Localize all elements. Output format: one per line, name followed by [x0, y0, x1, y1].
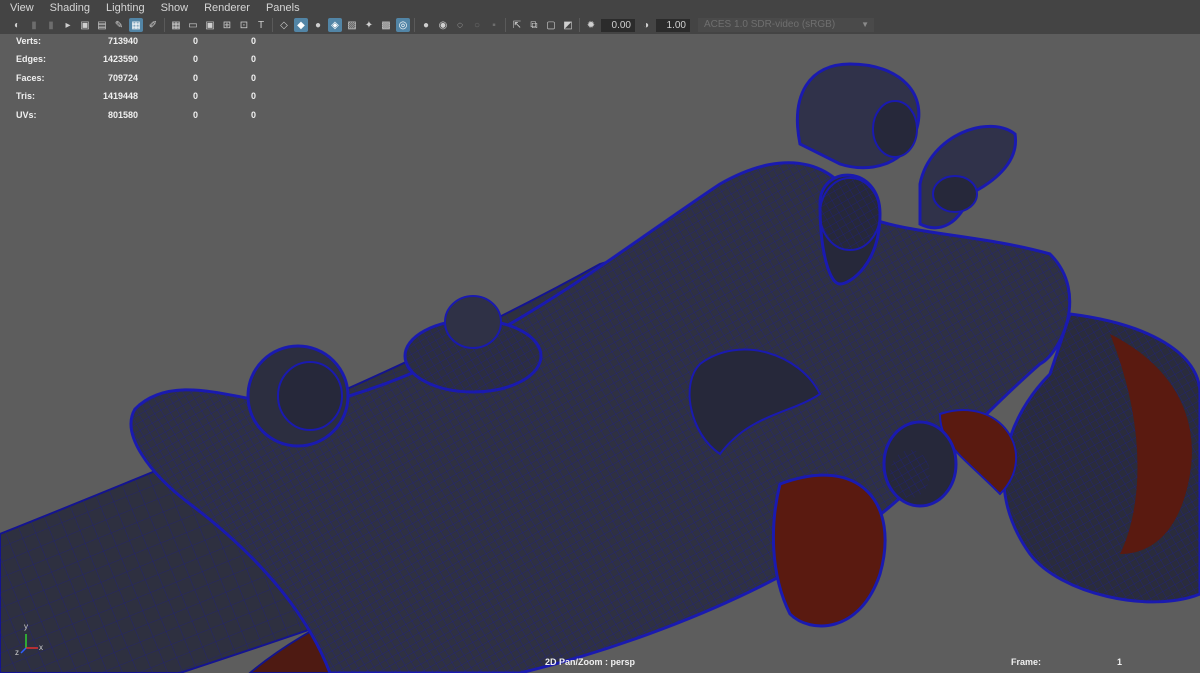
hud-value: 1419448 [102, 91, 138, 102]
toolbar-separator [579, 18, 580, 32]
resolution-gate-icon[interactable]: ▭ [186, 18, 200, 32]
isolate-select-icon[interactable]: ⧉ [527, 18, 541, 32]
menu-show[interactable]: Show [151, 0, 195, 16]
exposure-icon[interactable]: ✹ [584, 18, 598, 32]
hud-label: Edges: [16, 54, 47, 65]
isolate-icon[interactable]: ◎ [396, 18, 410, 32]
use-lights-icon[interactable]: ✦ [362, 18, 376, 32]
axis-label-z: z [15, 648, 19, 657]
safe-title-icon[interactable]: T [254, 18, 268, 32]
menu-renderer[interactable]: Renderer [194, 0, 256, 16]
grease-pencil-icon[interactable]: ✎ [112, 18, 126, 32]
hud-value: 0 [192, 54, 198, 65]
safe-action-icon[interactable]: ⊡ [237, 18, 251, 32]
antialias-icon[interactable]: ○ [470, 18, 484, 32]
chevron-down-icon: ▼ [861, 20, 869, 29]
hud-value: 1423590 [102, 54, 138, 65]
backface-culling-icon[interactable]: ◩ [561, 18, 575, 32]
hud-label: UVs: [16, 109, 37, 120]
hud-value: 0 [192, 36, 198, 46]
wireframe-on-shaded-icon[interactable]: ◈ [328, 18, 342, 32]
xray-icon[interactable]: ▨ [345, 18, 359, 32]
field-chart-icon[interactable]: ⊞ [220, 18, 234, 32]
viewport-toolbar: ◐ ▮ ▮ ▸ ▣ ▤ ✎ ▦ ✐ ▦ ▭ ▣ ⊞ ⊡ T ◇ ◆ ● ◈ ▨ ✦ ▩ ◎ ● ◉ ◌ ○ ▪ ⇱ ⧉ ▢ ◩ ✹ 0.00 ◑ 1.… [0, 16, 1200, 34]
shadows-icon[interactable]: ● [419, 18, 433, 32]
camera-select-icon[interactable]: ◐ [10, 18, 24, 32]
toolbar-separator [414, 18, 415, 32]
motion-blur-icon[interactable]: ◌ [453, 18, 467, 32]
toolbar-separator [164, 18, 165, 32]
wireframe-icon[interactable]: ◇ [277, 18, 291, 32]
hud-value: 713940 [107, 36, 138, 46]
exposure-field[interactable]: 0.00 [601, 18, 635, 32]
2d-pan-zoom-icon[interactable]: ▤ [95, 18, 109, 32]
hud-value: 0 [250, 54, 256, 65]
frame-label: Frame: [1011, 657, 1042, 667]
axis-label-x: x [39, 643, 43, 652]
view-transform-value: ACES 1.0 SDR-video (sRGB) [704, 19, 836, 30]
hud-value: 0 [250, 72, 256, 83]
hud-label: Faces: [16, 72, 45, 83]
menu-view[interactable]: View [0, 0, 40, 16]
gate-mask-icon[interactable]: ▣ [203, 18, 217, 32]
default-material-icon[interactable]: ● [311, 18, 325, 32]
smooth-shade-icon[interactable]: ◆ [294, 18, 308, 32]
film-gate-icon[interactable]: ✐ [146, 18, 160, 32]
hud-value: 0 [250, 91, 256, 102]
hud-value: 0 [192, 109, 198, 120]
hud-label: Verts: [16, 36, 42, 46]
axis-label-y: y [24, 622, 28, 631]
frame-value: 1 [1116, 657, 1122, 667]
image-plane-icon[interactable]: ▣ [78, 18, 92, 32]
hud-value: 709724 [107, 72, 138, 83]
depth-of-field-icon[interactable]: ▪ [487, 18, 501, 32]
view-transform-dropdown[interactable]: ACES 1.0 SDR-video (sRGB) ▼ [698, 18, 874, 32]
hud-value: 801580 [107, 109, 138, 120]
hud-label: Tris: [16, 91, 36, 102]
grid-toggle-icon[interactable]: ▦ [169, 18, 183, 32]
hud-value: 0 [192, 72, 198, 83]
toolbar-separator [272, 18, 273, 32]
screen-space-ao-icon[interactable]: ◉ [436, 18, 450, 32]
hud-value: 0 [192, 91, 198, 102]
hud-value: 0 [250, 36, 256, 46]
menu-panels[interactable]: Panels [256, 0, 306, 16]
xray-joints-icon[interactable]: ⇱ [510, 18, 524, 32]
camera-attributes-icon[interactable]: ▮ [44, 18, 58, 32]
textured-icon[interactable]: ▩ [379, 18, 393, 32]
camera-label: 2D Pan/Zoom : persp [545, 657, 636, 667]
toolbar-separator [505, 18, 506, 32]
axis-gizmo: y x z [15, 622, 44, 657]
gun-model-mesh[interactable] [0, 34, 1200, 673]
gamma-field[interactable]: 1.00 [656, 18, 690, 32]
bookmark-icon[interactable]: ▸ [61, 18, 75, 32]
gamma-icon[interactable]: ◑ [639, 18, 653, 32]
menu-shading[interactable]: Shading [40, 0, 96, 16]
hud-value: 0 [250, 109, 256, 120]
grid-icon[interactable]: ▦ [129, 18, 143, 32]
viewport-menu-bar: View Shading Lighting Show Renderer Panels [0, 0, 1200, 16]
3d-viewport[interactable]: Verts: 713940 0 0 Edges: 1423590 0 0 Faces: 70972… [0, 34, 1200, 673]
lock-camera-icon[interactable]: ▮ [27, 18, 41, 32]
xray-active-icon[interactable]: ▢ [544, 18, 558, 32]
menu-lighting[interactable]: Lighting [96, 0, 151, 16]
